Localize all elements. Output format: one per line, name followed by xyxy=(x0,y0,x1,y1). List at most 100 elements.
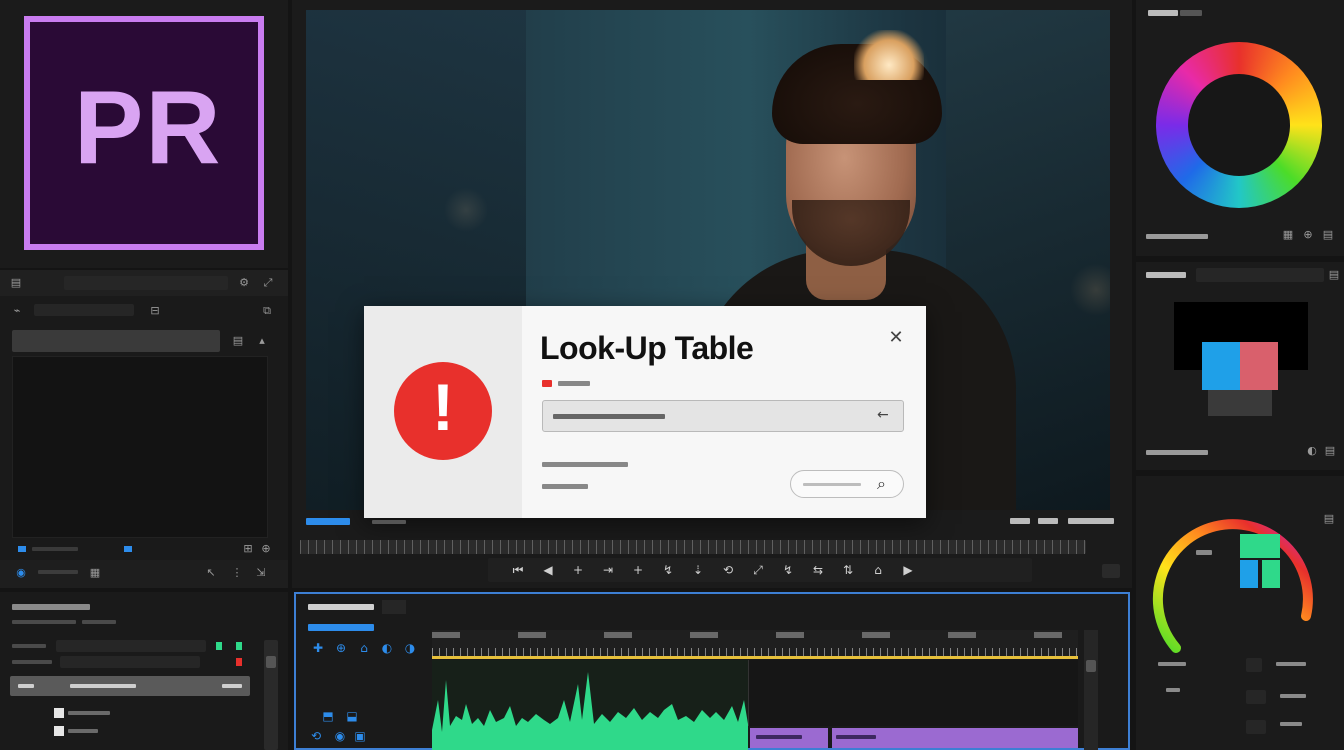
timeline-panel: ✚ ⊕ ⌂ ◐ ◑ ⬒ ⬓ ⟲ ◉ ▣ xyxy=(294,592,1130,750)
transport-button[interactable]: ↯ xyxy=(780,562,796,578)
cursor-icon[interactable]: ↖ xyxy=(204,566,218,579)
curves-icon-2[interactable]: ▤ xyxy=(1324,444,1336,457)
playhead-line[interactable] xyxy=(432,656,1078,659)
curves-panel: ▤ ◐ ▤ xyxy=(1136,262,1344,470)
project-scroll-thumb[interactable] xyxy=(266,656,276,668)
empty-track-area xyxy=(748,660,1078,726)
transport-button[interactable]: ⏮ xyxy=(510,562,526,578)
scope-field-3[interactable] xyxy=(1246,720,1266,734)
project-row-bar-2 xyxy=(12,660,52,664)
handle-icon[interactable]: ⋮ xyxy=(230,566,244,579)
scope-options-icon[interactable]: ▤ xyxy=(1322,512,1336,525)
add-icon[interactable]: ⊕ xyxy=(260,542,272,555)
curves-field[interactable] xyxy=(1196,268,1324,282)
color-wheel-center xyxy=(1188,74,1290,176)
row-label-bar xyxy=(18,684,34,688)
project-field-2[interactable] xyxy=(60,656,200,668)
curves-icon-1[interactable]: ◐ xyxy=(1306,444,1318,457)
project-search[interactable] xyxy=(56,640,206,652)
curves-close-icon[interactable]: ▤ xyxy=(1328,268,1340,281)
row-label-bar-2 xyxy=(70,684,136,688)
program-monitor: ! Look-Up Table ✕ ← ⌕ ⏮ ◀ + ⇥ + ↯ ⇣ ⟲ ⤢ ↯ ⇆ ⇅ ⌂ ▶ xyxy=(292,0,1132,588)
project-row-bar xyxy=(12,644,46,648)
tile-green xyxy=(1240,534,1280,558)
track-mute-icon[interactable]: ◉ xyxy=(332,728,348,744)
scope-row-3 xyxy=(1276,662,1306,666)
timeline-scrollbar[interactable] xyxy=(1084,630,1098,750)
color-wheel[interactable] xyxy=(1156,42,1322,208)
source-field[interactable] xyxy=(34,304,134,316)
lut-path-field[interactable]: ← xyxy=(542,400,904,432)
scope-row-1 xyxy=(1158,662,1186,666)
scroll-icon[interactable]: ⊞ xyxy=(242,542,254,555)
transport-button[interactable]: + xyxy=(630,562,646,578)
transport-button[interactable]: ⇥ xyxy=(600,562,616,578)
timeline-tool-button[interactable]: ⊕ xyxy=(333,640,349,656)
clip-label-bar-2 xyxy=(836,735,876,739)
transport-button[interactable]: ◀ xyxy=(540,562,556,578)
timeline-tools: ✚ ⊕ ⌂ ◐ ◑ xyxy=(310,640,430,656)
timeline-tool-button[interactable]: ◑ xyxy=(402,640,418,656)
hint-text-bar-2 xyxy=(542,484,588,489)
transport-button[interactable]: ⌂ xyxy=(870,562,886,578)
clip-options-icon[interactable]: ▤ xyxy=(232,334,244,347)
scope-field-1[interactable] xyxy=(1246,658,1262,672)
selected-clip-row[interactable] xyxy=(12,330,220,352)
transport-button[interactable]: + xyxy=(570,562,586,578)
info-badge xyxy=(542,380,552,387)
transport-button[interactable]: ⤢ xyxy=(750,562,766,578)
transport-button[interactable]: ▶ xyxy=(900,562,916,578)
transport-button[interactable]: ↯ xyxy=(660,562,676,578)
wheel-icon-3[interactable]: ▤ xyxy=(1322,228,1334,241)
transport-button[interactable]: ⇣ xyxy=(690,562,706,578)
thumb-1 xyxy=(54,708,64,718)
track-item-1-bar xyxy=(68,711,110,715)
toggle-icon[interactable]: ⊟ xyxy=(148,304,162,317)
color-panel-title xyxy=(1148,10,1178,16)
time-ruler-labels xyxy=(432,632,1078,638)
wheel-icon-1[interactable]: ▦ xyxy=(1282,228,1294,241)
track-solo-icon[interactable]: ▣ xyxy=(352,728,368,744)
expand-icon[interactable]: ⤢ xyxy=(262,276,274,290)
close-button[interactable]: ✕ xyxy=(884,326,908,350)
resize-icon[interactable]: ⇲ xyxy=(254,566,268,579)
monitor-ruler-ticks xyxy=(300,540,1086,554)
transport-button[interactable]: ⟲ xyxy=(720,562,736,578)
header-field[interactable] xyxy=(64,276,228,290)
sequence-tab-bg xyxy=(382,600,406,614)
waveform-track[interactable] xyxy=(432,660,748,750)
grid-icon[interactable]: ▦ xyxy=(88,566,102,579)
transport-button[interactable]: ⇆ xyxy=(810,562,826,578)
scope-field-2[interactable] xyxy=(1246,690,1266,704)
timeline-tool-button[interactable]: ⌂ xyxy=(356,640,372,656)
info-text-bar xyxy=(558,381,590,386)
green-indicator-2 xyxy=(236,642,242,650)
link-icon[interactable]: ⌁ xyxy=(10,304,24,317)
monitor-settings-button[interactable] xyxy=(1102,564,1120,578)
transport-button[interactable]: ⇅ xyxy=(840,562,856,578)
settings-icon[interactable]: ⚙ xyxy=(238,276,250,289)
back-arrow-icon[interactable]: ← xyxy=(877,407,889,423)
monitor-duration xyxy=(1038,518,1058,524)
track-eye-icon[interactable]: ⬓ xyxy=(344,708,360,724)
row-label-bar-3 xyxy=(222,684,242,688)
project-sub-bar-2 xyxy=(82,620,116,624)
hue-arc-scope[interactable] xyxy=(1146,498,1326,678)
layers-icon[interactable]: ⧉ xyxy=(260,304,274,318)
clip-toggle-icon[interactable]: ▴ xyxy=(256,334,268,347)
color-panel-tab xyxy=(1180,10,1202,16)
timeline-tool-button[interactable]: ✚ xyxy=(310,640,326,656)
wheel-icon-2[interactable]: ⊕ xyxy=(1302,228,1314,241)
timeline-scroll-thumb[interactable] xyxy=(1086,660,1096,672)
globe-icon[interactable]: ◉ xyxy=(14,566,28,579)
swatch-shadow xyxy=(1208,390,1272,416)
track-sync-icon[interactable]: ⟲ xyxy=(308,728,324,744)
timeline-tool-button[interactable]: ◐ xyxy=(379,640,395,656)
track-lock-icon[interactable]: ⬒ xyxy=(320,708,336,724)
green-indicator xyxy=(216,642,222,650)
panel-menu-icon[interactable]: ▤ xyxy=(10,276,22,289)
path-text-bar xyxy=(553,414,665,419)
search-pill[interactable]: ⌕ xyxy=(790,470,904,498)
search-icon[interactable]: ⌕ xyxy=(877,474,886,494)
scope-row-2 xyxy=(1166,688,1180,692)
